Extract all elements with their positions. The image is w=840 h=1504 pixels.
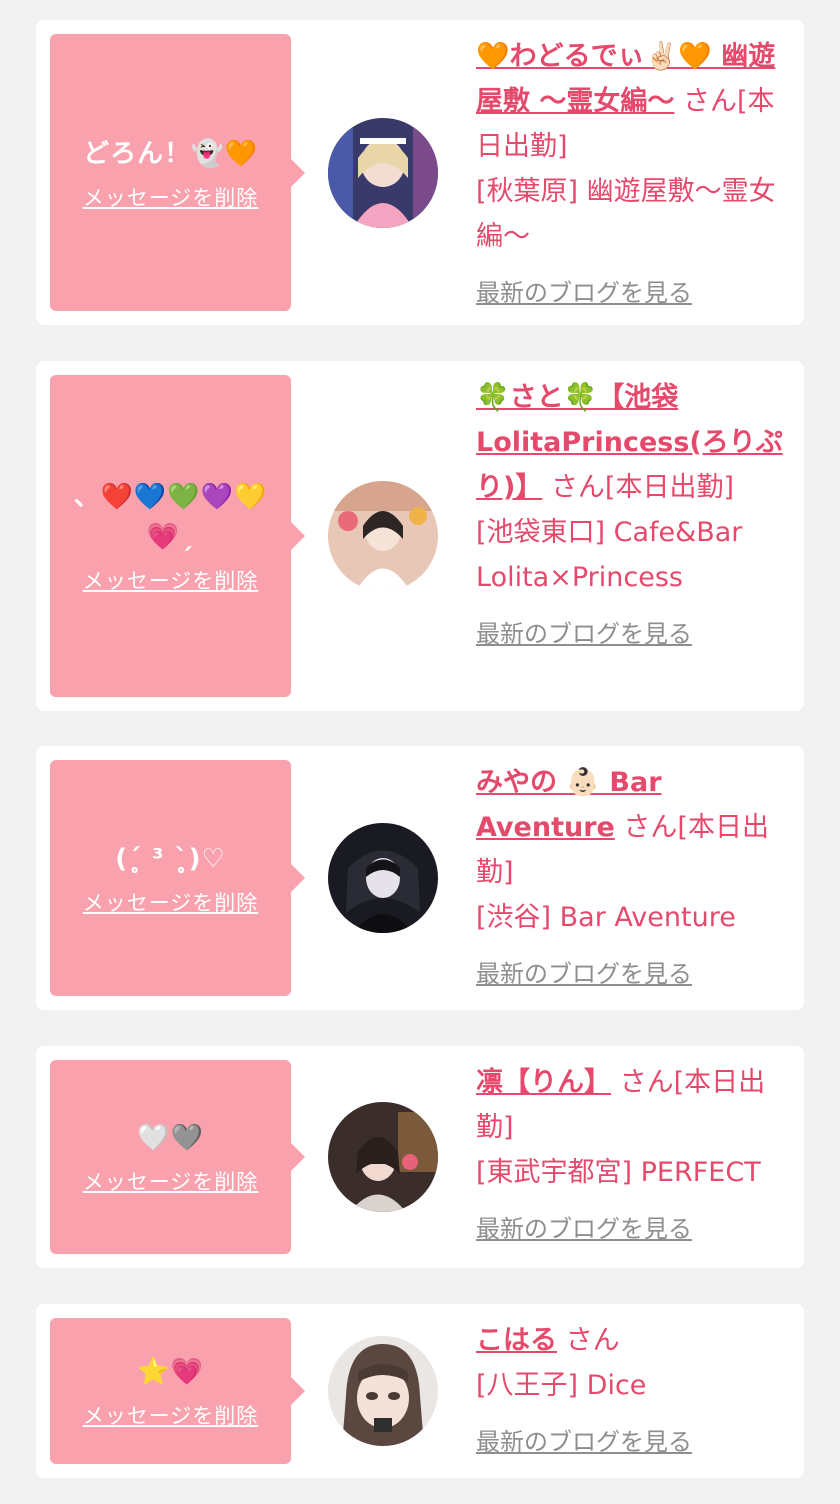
avatar[interactable] xyxy=(328,1336,438,1446)
latest-blog-link[interactable]: 最新のブログを見る xyxy=(476,271,786,316)
avatar[interactable] xyxy=(328,481,438,591)
shop-name: [渋谷] Bar Aventure xyxy=(476,902,736,933)
cast-status: さん[本日出勤] xyxy=(550,472,735,503)
latest-blog-link[interactable]: 最新のブログを見る xyxy=(476,612,786,657)
message-bubble: ⭐️💗 メッセージを削除 xyxy=(50,1318,305,1464)
cast-info: 凛【りん】 さん[本日出勤] [東武宇都宮] PERFECT 最新のブログを見る xyxy=(476,1060,786,1252)
message-text: どろん！👻🧡 xyxy=(83,138,258,169)
avatar[interactable] xyxy=(328,823,438,933)
message-bubble: 、❤️💙💚💜💛💗ˏ メッセージを削除 xyxy=(50,375,305,697)
latest-blog-link[interactable]: 最新のブログを見る xyxy=(476,1207,786,1252)
message-bubble: どろん！👻🧡 メッセージを削除 xyxy=(50,34,305,311)
shop-name: [東武宇都宮] PERFECT xyxy=(476,1157,761,1188)
delete-message-link[interactable]: メッセージを削除 xyxy=(83,887,259,917)
cast-info: 🧡わどるでぃ✌🏻🧡 幽遊屋敷 〜霊女編〜 さん[本日出勤] [秋葉原] 幽遊屋敷… xyxy=(476,34,786,316)
shop-name: [池袋東口] Cafe&Bar Lolita×Princess xyxy=(476,517,743,593)
cast-info: 🍀さと🍀【池袋LolitaPrincess(ろりぷり)】 さん[本日出勤] [池… xyxy=(476,375,786,657)
delete-message-link[interactable]: メッセージを削除 xyxy=(83,182,259,212)
cast-status: さん xyxy=(565,1325,620,1356)
delete-message-link[interactable]: メッセージを削除 xyxy=(83,1166,259,1196)
message-bubble: 🤍🩶 メッセージを削除 xyxy=(50,1060,305,1254)
cast-name-link[interactable]: 凛【りん】 xyxy=(476,1067,611,1098)
shop-name: [秋葉原] 幽遊屋敷〜霊女編〜 xyxy=(476,176,776,252)
cast-name-link[interactable]: こはる xyxy=(476,1325,557,1356)
delete-message-link[interactable]: メッセージを削除 xyxy=(83,1400,259,1430)
message-list: どろん！👻🧡 メッセージを削除 🧡わどるでぃ✌🏻🧡 幽遊屋敷 〜霊女編〜 さん[… xyxy=(0,0,840,1504)
message-text: 、❤️💙💚💜💛💗ˏ xyxy=(73,482,268,552)
delete-message-link[interactable]: メッセージを削除 xyxy=(83,565,259,595)
message-card: ⭐️💗 メッセージを削除 こはる さん [八王子] Dice 最新のブログを見る xyxy=(36,1304,804,1478)
cast-info: こはる さん [八王子] Dice 最新のブログを見る xyxy=(476,1318,786,1465)
message-text: (ˊ̥̥̥̥̥ ³ ˋ̥̥̥̥̥)♡ xyxy=(115,844,226,874)
cast-info: みやの 👶🏻 Bar Aventure さん[本日出勤] [渋谷] Bar Av… xyxy=(476,760,786,997)
message-text: ⭐️💗 xyxy=(137,1357,204,1387)
latest-blog-link[interactable]: 最新のブログを見る xyxy=(476,1420,786,1465)
latest-blog-link[interactable]: 最新のブログを見る xyxy=(476,952,786,997)
message-card: 、❤️💙💚💜💛💗ˏ メッセージを削除 🍀さと🍀【池袋LolitaPrincess… xyxy=(36,361,804,711)
message-bubble: (ˊ̥̥̥̥̥ ³ ˋ̥̥̥̥̥)♡ メッセージを削除 xyxy=(50,760,305,996)
avatar[interactable] xyxy=(328,1102,438,1212)
message-text: 🤍🩶 xyxy=(137,1123,204,1153)
message-card: (ˊ̥̥̥̥̥ ³ ˋ̥̥̥̥̥)♡ メッセージを削除 みやの 👶🏻 Bar A… xyxy=(36,746,804,1010)
shop-name: [八王子] Dice xyxy=(476,1370,647,1401)
message-card: 🤍🩶 メッセージを削除 凛【りん】 さん[本日出勤] [東武宇都宮] PERFE… xyxy=(36,1046,804,1268)
message-card: どろん！👻🧡 メッセージを削除 🧡わどるでぃ✌🏻🧡 幽遊屋敷 〜霊女編〜 さん[… xyxy=(36,20,804,325)
avatar[interactable] xyxy=(328,118,438,228)
